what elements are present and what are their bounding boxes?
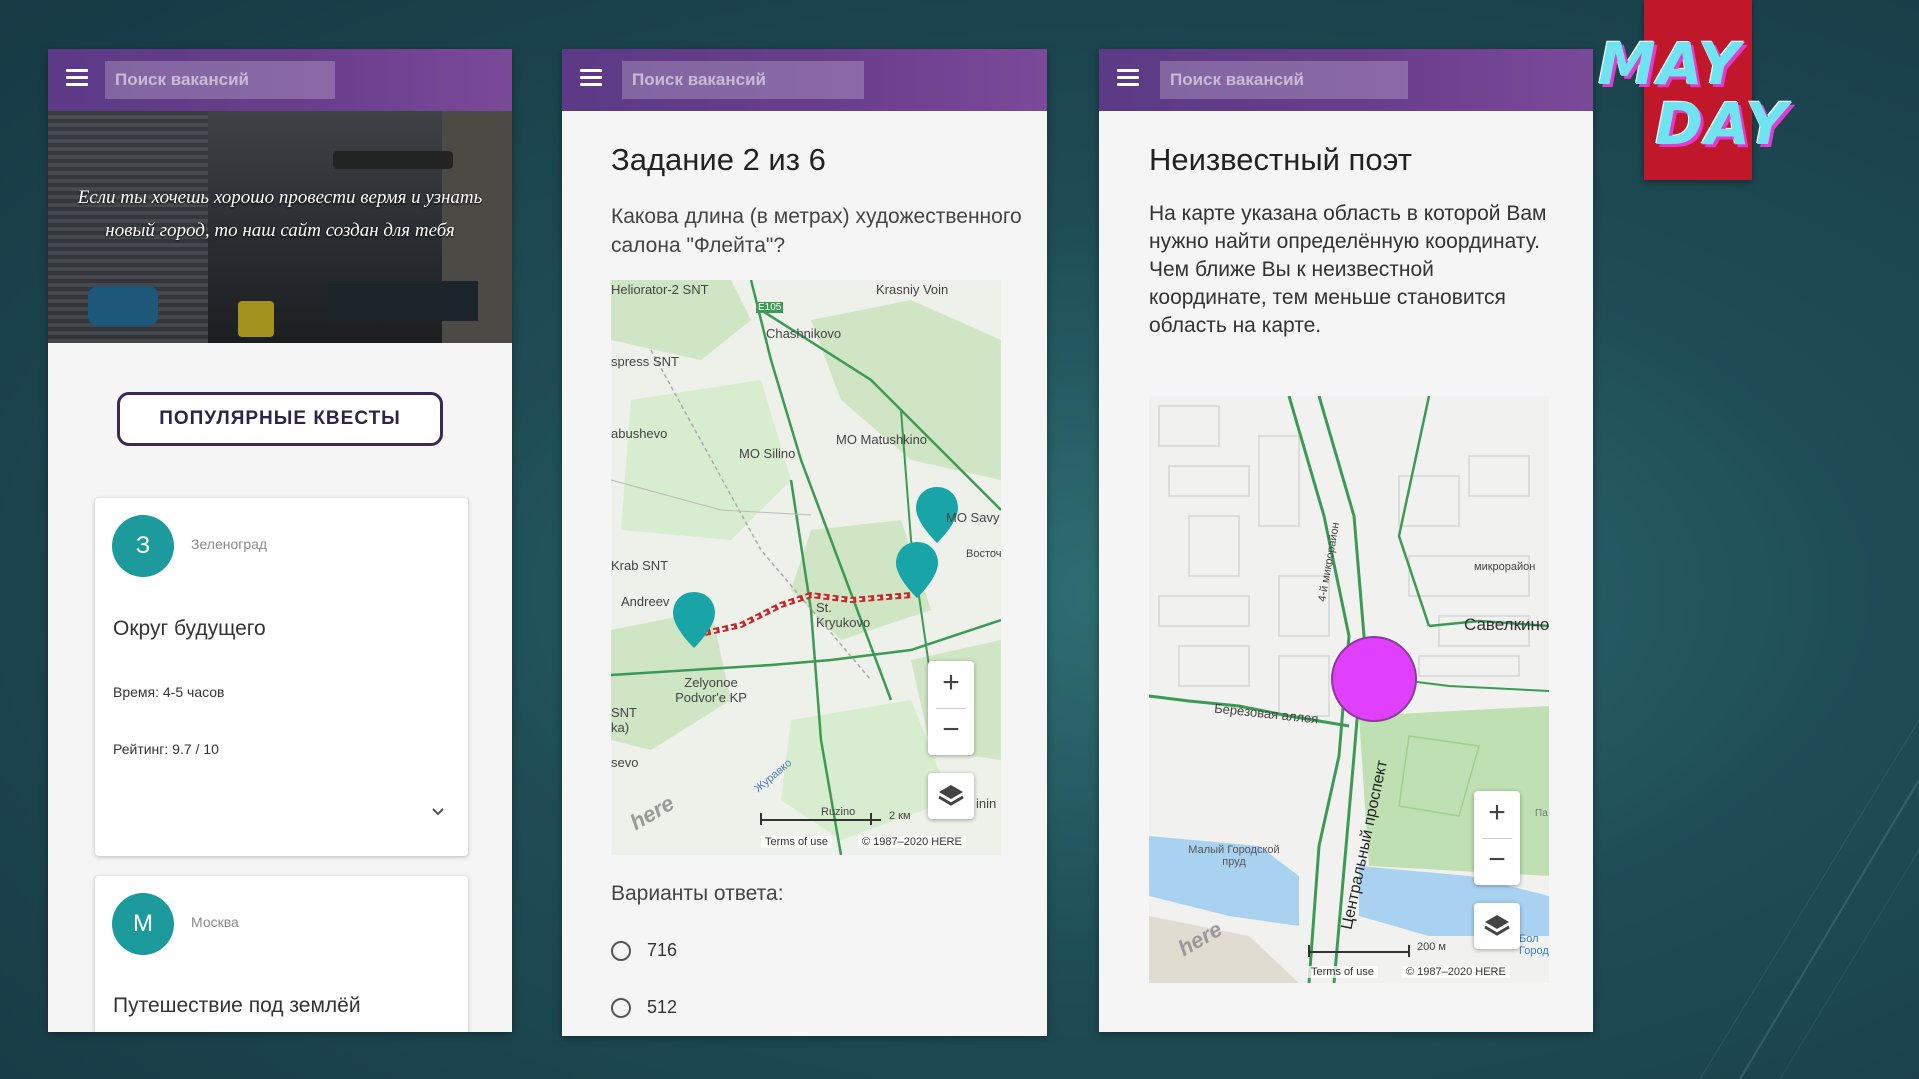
search-input[interactable]	[622, 61, 864, 99]
app-bar	[48, 49, 512, 111]
map-label: Krasniy Voin	[876, 282, 949, 297]
map-label: SNT ka)	[611, 705, 637, 735]
hamburger-icon[interactable]	[1117, 69, 1139, 87]
route-map[interactable]: Heliorator-2 SNT Krasniy Voin E105 Chash…	[611, 280, 1001, 855]
map-label: Па	[1535, 808, 1548, 819]
task-heading: Задание 2 из 6	[611, 142, 826, 177]
card-city: Москва	[191, 914, 239, 930]
map-marker-icon[interactable]	[671, 590, 717, 650]
map-label: Zelyonoe Podvor'e KP	[675, 675, 747, 705]
terms-link[interactable]: Terms of use	[761, 836, 832, 848]
map-label: MO Silino	[739, 446, 796, 461]
quest-card[interactable]: М Москва Путешествие под землёй	[95, 876, 468, 1032]
task-description: На карте указана область в которой Вам н…	[1149, 202, 1547, 337]
terms-link[interactable]: Terms of use	[1307, 966, 1378, 978]
answer-radio[interactable]	[611, 998, 631, 1018]
hamburger-icon[interactable]	[66, 69, 88, 87]
task-heading: Неизвестный поэт	[1149, 142, 1412, 177]
map-label: Малый Городской пруд	[1188, 844, 1280, 868]
scale-label: 2 км	[889, 810, 911, 822]
card-title: Округ будущего	[113, 617, 266, 640]
zoom-control: + −	[1474, 791, 1520, 885]
task-screen-panel: Задание 2 из 6 Какова длина (в метрах) х…	[562, 49, 1047, 1036]
road-shield: E105	[756, 302, 784, 313]
map-label: Ruzino	[821, 806, 856, 818]
quest-card[interactable]: З Зеленоград Округ будущего Время: 4-5 ч…	[95, 498, 468, 856]
answer-label[interactable]: 512	[647, 997, 677, 1018]
map-label: Andreev	[621, 594, 670, 609]
layers-button[interactable]	[928, 773, 974, 819]
zoom-in-button[interactable]: +	[928, 661, 974, 707]
card-rating: Рейтинг: 9.7 / 10	[113, 741, 219, 757]
search-area-circle	[1331, 636, 1417, 722]
avatar: М	[112, 893, 174, 955]
map-label: sevo	[611, 755, 639, 770]
scale-label: 200 м	[1417, 941, 1446, 953]
card-title: Путешествие под землёй	[113, 994, 361, 1017]
map-label: spress SNT	[611, 354, 679, 369]
logo-text: MAY	[1598, 30, 1742, 98]
card-city: Зеленоград	[191, 536, 268, 552]
hero-banner: Если ты хочешь хорошо провести вермя и у…	[48, 111, 512, 343]
app-bar	[562, 49, 1047, 111]
map-marker-icon[interactable]	[894, 540, 940, 600]
popular-quests-button[interactable]: ПОПУЛЯРНЫЕ КВЕСТЫ	[117, 392, 443, 446]
logo-text: DAY	[1655, 90, 1790, 158]
layers-icon	[938, 785, 964, 806]
map-label: Chashnikovo	[766, 326, 842, 341]
zoom-out-button[interactable]: −	[1474, 838, 1520, 884]
map-label: MO Savy	[946, 510, 1000, 525]
poet-task-panel: Неизвестный поэт На карте указана област…	[1099, 49, 1593, 1032]
map-label: Krab SNT	[611, 558, 669, 573]
search-input[interactable]	[1160, 61, 1408, 99]
map-label: Восточ	[966, 548, 1001, 560]
zoom-out-button[interactable]: −	[928, 708, 974, 754]
zoom-in-button[interactable]: +	[1474, 791, 1520, 837]
map-label: микрорайон	[1474, 561, 1536, 573]
map-label: St. Kryukovo	[816, 600, 871, 630]
chevron-down-icon[interactable]	[430, 804, 446, 820]
hamburger-icon[interactable]	[580, 69, 602, 87]
answer-label[interactable]: 716	[647, 940, 677, 961]
map-copyright: © 1987–2020 HERE	[858, 836, 966, 848]
zoom-control: + −	[928, 661, 974, 755]
map-label: inin	[976, 796, 997, 811]
map-label: MO Matushkino	[836, 432, 928, 447]
home-screen-panel: Если ты хочешь хорошо провести вермя и у…	[48, 49, 512, 1032]
answers-heading: Варианты ответа:	[611, 882, 784, 905]
map-label: Савелкино	[1464, 615, 1549, 634]
layers-button[interactable]	[1474, 903, 1520, 949]
layers-icon	[1484, 915, 1510, 936]
answer-radio[interactable]	[611, 941, 631, 961]
map-label: abushevo	[611, 426, 668, 441]
app-bar	[1099, 49, 1593, 111]
map-label: Бол Городс	[1519, 933, 1549, 957]
search-input[interactable]	[105, 61, 335, 99]
map-copyright: © 1987–2020 HERE	[1402, 966, 1510, 978]
avatar: З	[112, 515, 174, 577]
hero-text: Если ты хочешь хорошо провести вермя и у…	[77, 187, 483, 241]
card-time: Время: 4-5 часов	[113, 684, 225, 700]
map-label: Heliorator-2 SNT	[611, 282, 709, 297]
area-map[interactable]: 4-й микрорайон микрорайон Савелкино Берё…	[1149, 396, 1549, 983]
task-question: Какова длина (в метрах) художественного …	[611, 205, 1022, 257]
